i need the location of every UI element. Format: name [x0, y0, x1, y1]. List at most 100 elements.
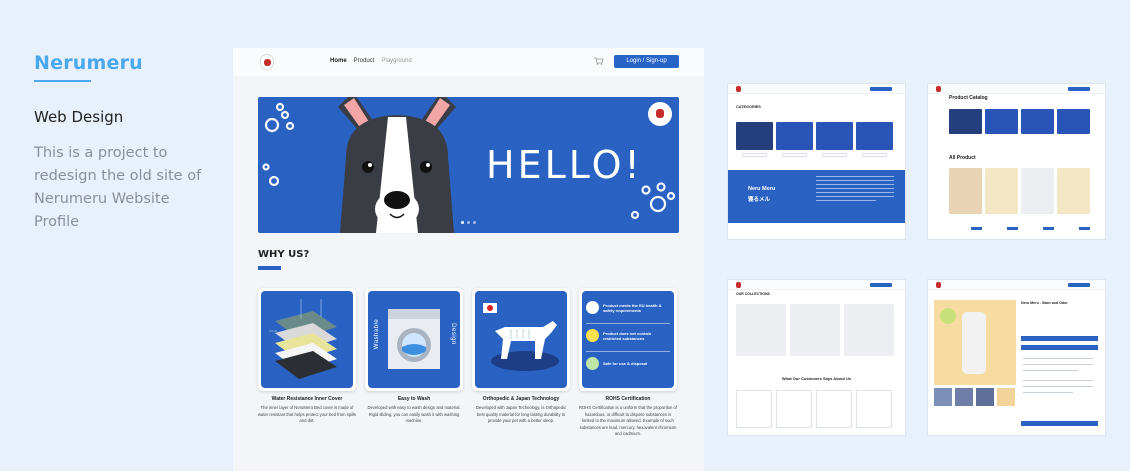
- product-thumb[interactable]: [976, 388, 994, 406]
- cart-icon[interactable]: [594, 57, 604, 65]
- text-line: [816, 176, 894, 177]
- text-line: [1023, 370, 1078, 371]
- collection-card[interactable]: [790, 304, 840, 356]
- carousel-dot[interactable]: [473, 221, 476, 224]
- add-to-cart-button[interactable]: [1043, 227, 1054, 230]
- category-tile: [736, 122, 773, 150]
- feature-card-easy-to-wash: Washable Design: [365, 288, 463, 391]
- text-line: [1023, 358, 1093, 359]
- why-us-underline: [258, 266, 281, 270]
- feature-title: Orthopedic & Japan Technology: [482, 396, 560, 402]
- product-card[interactable]: [985, 168, 1018, 214]
- logo-icon: [936, 282, 941, 288]
- rohs-item: Safe for use & disposal: [586, 357, 663, 370]
- categories-label: CATEGORIES: [736, 105, 761, 109]
- rohs-item: Product does not contain restricted subs…: [586, 329, 663, 342]
- feature-title: Easy to Wash: [397, 396, 431, 402]
- hazard-icon: [586, 329, 599, 342]
- divider: [586, 323, 670, 324]
- category-tile: [1057, 109, 1090, 134]
- thumbnail-product-catalog: Product Catalog All Product: [928, 84, 1105, 239]
- text-line: [816, 188, 894, 189]
- collection-card[interactable]: [736, 304, 786, 356]
- category-tile: [949, 109, 982, 134]
- hero-headline: HELLO!: [486, 143, 643, 187]
- feature-text: Developed with Japan Technology, is Orth…: [475, 405, 567, 423]
- about-banner: Neru Meru 寝るメル: [728, 170, 905, 223]
- catalog-title: Product Catalog: [949, 95, 988, 101]
- carousel-dot[interactable]: [461, 221, 464, 224]
- thumbnail-collections: OUR COLLECTIONS What Our Customers Says …: [728, 280, 905, 435]
- product-thumb[interactable]: [997, 388, 1015, 406]
- feature-image: [261, 291, 353, 388]
- category-tile: [816, 122, 853, 150]
- category-caption: [742, 153, 767, 157]
- add-to-cart-button[interactable]: [1079, 227, 1090, 230]
- thumb-login-button: [1068, 283, 1090, 287]
- testimonial-card: [816, 390, 852, 428]
- project-info: Nerumeru Web Design This is a project to…: [34, 52, 214, 234]
- product-card[interactable]: [1057, 168, 1090, 214]
- feature-title: ROHS Certification: [605, 396, 651, 402]
- feature-text: Developed with easy to wash design and m…: [367, 405, 461, 423]
- text-line: [816, 184, 894, 185]
- category-tile: [985, 109, 1018, 134]
- text-line: [1023, 380, 1093, 381]
- product-card[interactable]: [949, 168, 982, 214]
- all-product-title: All Product: [949, 155, 976, 161]
- category-tile: [856, 122, 893, 150]
- divider: [586, 351, 670, 352]
- product-thumb[interactable]: [934, 388, 952, 406]
- category-caption: [822, 153, 847, 157]
- feature-text: ROHS Certification is a uniform that the…: [579, 405, 677, 436]
- testimonial-card: [776, 390, 812, 428]
- feature-text: The inner layer of NeruMeru Bed cover is…: [258, 405, 356, 423]
- product-title: Neru Meru - Stain and Odor: [1021, 301, 1068, 305]
- testimonials-title: What Our Customers Says About Us: [781, 376, 852, 381]
- thumb-nav: [928, 84, 1105, 94]
- logo-icon: [736, 86, 741, 92]
- nerumeru-logo-icon[interactable]: [260, 54, 274, 70]
- carousel-dots[interactable]: [461, 221, 476, 224]
- text-line: [1023, 386, 1093, 387]
- nav-playground[interactable]: Playground: [381, 58, 411, 64]
- recycle-icon: [586, 357, 599, 370]
- carousel-dot[interactable]: [467, 221, 470, 224]
- feature-title: Water Resistance Inner Cover: [271, 396, 343, 402]
- thumbnail-categories: CATEGORIES Neru Meru 寝るメル: [728, 84, 905, 239]
- product-card[interactable]: [1021, 168, 1054, 214]
- text-line: [816, 192, 894, 193]
- testimonial-card: [856, 390, 892, 428]
- nav-home[interactable]: Home: [330, 58, 347, 64]
- mockup-navbar: Home Product Playground Login / Sign-up: [233, 48, 704, 76]
- logo-icon: [936, 86, 941, 92]
- nav-product[interactable]: Product: [354, 58, 375, 64]
- thumb-nav: [928, 280, 1105, 290]
- washable-label: Washable: [374, 318, 381, 350]
- category-caption: [782, 153, 807, 157]
- add-to-cart-button[interactable]: [1007, 227, 1018, 230]
- feature-card-orthopedic: [472, 288, 570, 391]
- feature-image: Product meets the EU health & safety req…: [582, 291, 674, 388]
- category-caption: [862, 153, 887, 157]
- homepage-mockup: Home Product Playground Login / Sign-up: [233, 48, 704, 471]
- about-title-jp: 寝るメル: [748, 197, 771, 203]
- feature-card-rohs: Product meets the EU health & safety req…: [579, 288, 677, 391]
- layers-illustration: [269, 299, 337, 379]
- about-title: Neru Meru: [748, 186, 776, 192]
- badge-icon: [940, 308, 956, 324]
- thumb-login-button: [870, 283, 892, 287]
- hero-banner: HELLO!: [258, 97, 679, 233]
- add-to-cart-button[interactable]: [971, 227, 982, 230]
- collection-card[interactable]: [844, 304, 894, 356]
- spray-bottle: [962, 312, 986, 374]
- rohs-item: Product meets the EU health & safety req…: [586, 301, 663, 314]
- section-header: [1021, 421, 1098, 426]
- buy-button[interactable]: [1021, 336, 1098, 341]
- login-signup-button[interactable]: Login / Sign-up: [614, 55, 679, 68]
- text-line: [816, 180, 894, 181]
- washing-machine-illustration: [388, 309, 440, 369]
- product-thumb[interactable]: [955, 388, 973, 406]
- feature-card-water-resistance: [258, 288, 356, 391]
- text-line: [816, 200, 876, 201]
